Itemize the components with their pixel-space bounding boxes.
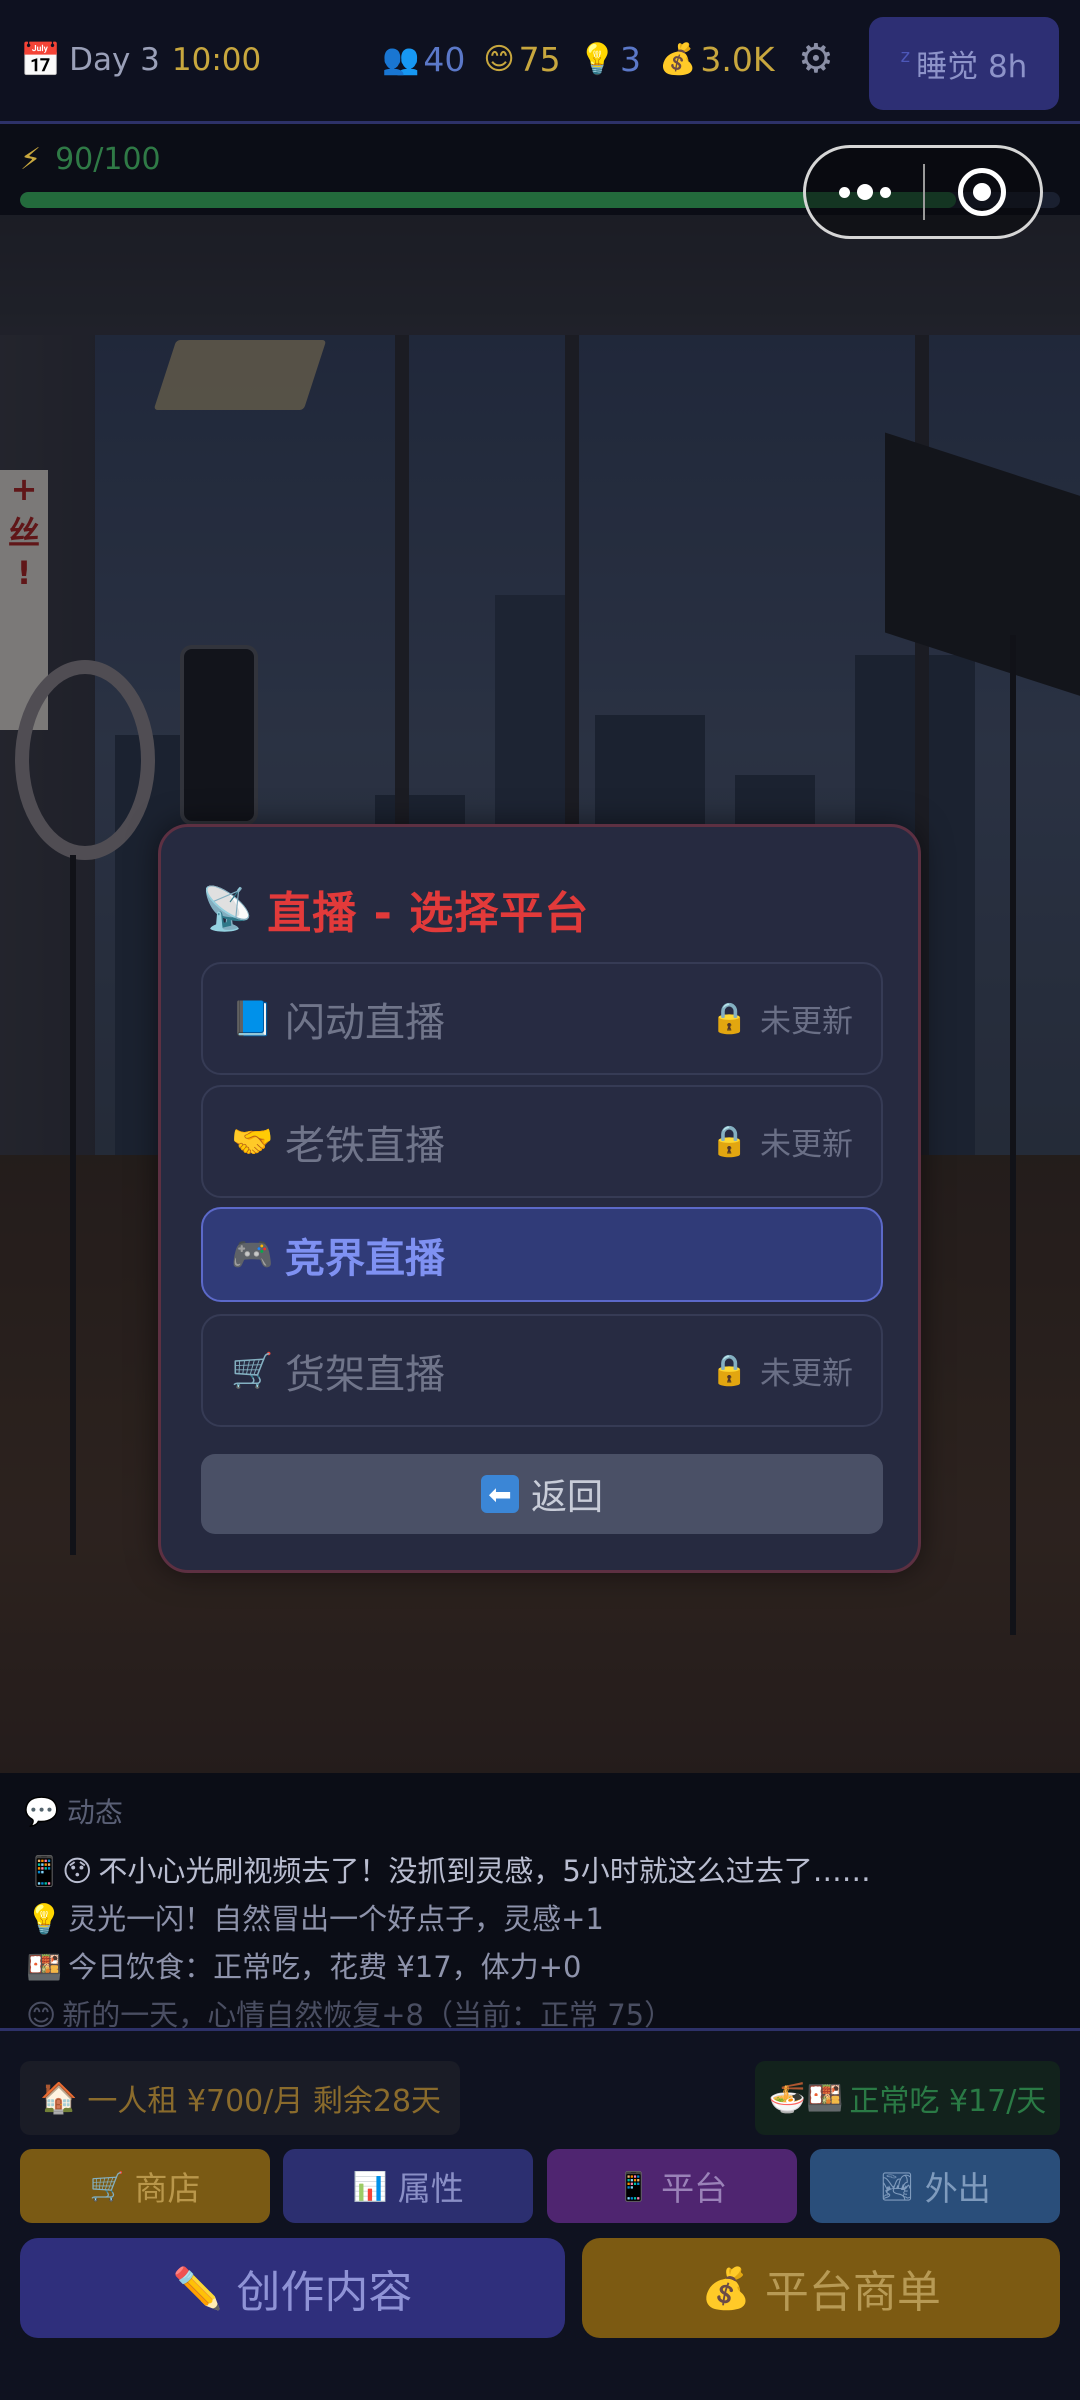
create-content-button[interactable]: ✏️ 创作内容: [20, 2238, 565, 2338]
platform-orders-button[interactable]: 💰 平台商单: [582, 2238, 1060, 2338]
sleep-button[interactable]: z 睡觉 8h: [869, 17, 1059, 110]
smile-icon: 😊: [26, 1998, 57, 2028]
locked-status: 🔒 未更新: [710, 1001, 853, 1040]
energy-readout: ⚡ 90/100: [20, 142, 161, 177]
energy-value: 90/100: [55, 142, 161, 177]
back-button[interactable]: ⬅ 返回: [201, 1454, 883, 1534]
calendar-icon: 📅: [20, 40, 62, 79]
meal-status[interactable]: 🍜🍱 正常吃 ¥17/天: [755, 2061, 1060, 2135]
noodle-bento-icon: 🍜🍱: [768, 2080, 844, 2116]
money-value: 3.0K: [700, 40, 775, 79]
platform-name: 老铁直播: [285, 1122, 445, 1169]
money-bag-icon: 💰: [701, 2265, 751, 2312]
lightning-icon: ⚡: [20, 142, 42, 177]
shop-button[interactable]: 🛒 商店: [20, 2149, 270, 2223]
feed-item: 📱😯 不小心光刷视频去了！没抓到灵感，5小时就这么过去了……: [26, 1854, 871, 1888]
lock-icon: 🔒: [710, 1001, 748, 1036]
platform-name: 闪动直播: [285, 999, 445, 1046]
lightbulb-icon: 💡: [578, 42, 616, 77]
shopping-cart-icon: 🛒: [231, 1350, 274, 1391]
feed-item: 💡 灵光一闪！自然冒出一个好点子，灵感+1: [26, 1902, 604, 1936]
bento-icon: 🍱: [26, 1950, 63, 1984]
bottom-panel: 🏠 一人租 ¥700/月 剩余28天 🍜🍱 正常吃 ¥17/天 🛒 商店 📊 属…: [0, 2028, 1080, 2400]
house-icon: 🏠: [40, 2080, 78, 2116]
lock-icon: 🔒: [710, 1353, 748, 1388]
sleep-label: 睡觉 8h: [916, 49, 1028, 85]
satellite-dish-icon: 📡: [201, 884, 254, 933]
platform-name: 竞界直播: [285, 1235, 445, 1282]
locked-status: 🔒 未更新: [710, 1353, 853, 1392]
phone-surprised-icon: 📱😯: [26, 1854, 93, 1888]
game-controller-icon: 🎮: [231, 1234, 274, 1275]
sleep-z-icon: z: [900, 46, 911, 67]
platform-name: 货架直播: [285, 1351, 445, 1398]
gear-icon[interactable]: ⚙: [798, 36, 834, 82]
feed-item: 😊 新的一天，心情自然恢复+8（当前：正常 75）: [26, 1992, 673, 2028]
lightbulb-icon: 💡: [26, 1902, 63, 1936]
dialog-title-text: 直播 - 选择平台: [267, 888, 590, 939]
money-stat: 💰 3.0K: [659, 40, 774, 79]
mood-value: 75: [518, 40, 561, 79]
left-arrow-icon: ⬅: [480, 1475, 519, 1513]
dialog-title: 📡 直播 - 选择平台: [201, 877, 589, 941]
fans-icon: 👥: [382, 42, 420, 77]
activity-feed[interactable]: 💬 动态 📱😯 不小心光刷视频去了！没抓到灵感，5小时就这么过去了…… 💡 灵光一闪…: [0, 1773, 1080, 2028]
platform-option-shandong[interactable]: 📘 闪动直播 🔒 未更新: [201, 962, 883, 1075]
attributes-button[interactable]: 📊 属性: [283, 2149, 534, 2223]
platform-option-jingjie[interactable]: 🎮 竞界直播: [201, 1207, 883, 1302]
nav-buttons: 🛒 商店 📊 属性 📱 平台 🏞 外出: [20, 2149, 1060, 2223]
day-label: Day 3: [69, 42, 160, 78]
time-label: 10:00: [171, 42, 262, 78]
phone-icon: 📱: [616, 2169, 652, 2203]
handshake-icon: 🤝: [231, 1121, 274, 1162]
mood-stat: 😊 75: [483, 40, 560, 79]
day-time: 📅 Day 3 10:00: [20, 40, 261, 80]
speech-bubble-icon: 💬: [24, 1794, 59, 1828]
pencil-icon: ✏️: [172, 2265, 223, 2312]
close-miniprogram-icon[interactable]: [925, 168, 1040, 216]
more-icon[interactable]: [806, 184, 923, 200]
locked-status: 🔒 未更新: [710, 1124, 853, 1163]
money-bag-icon: 💰: [659, 42, 697, 77]
action-buttons: ✏️ 创作内容 💰 平台商单: [20, 2238, 1060, 2338]
fans-stat: 👥 40: [382, 40, 465, 79]
smile-icon: 😊: [483, 42, 515, 77]
outing-button[interactable]: 🏞 外出: [809, 2149, 1060, 2223]
cart-icon: 🛒: [89, 2169, 125, 2203]
platform-option-laotie[interactable]: 🤝 老铁直播 🔒 未更新: [201, 1085, 883, 1198]
platform-button[interactable]: 📱 平台: [546, 2149, 797, 2223]
platform-select-dialog: 📡 直播 - 选择平台 📘 闪动直播 🔒 未更新 🤝 老铁直播 🔒 未更新 🎮 …: [158, 824, 921, 1573]
top-status-bar: 📅 Day 3 10:00 👥 40 😊 75 💡 3 💰 3.0K ⚙ z 睡…: [0, 0, 1080, 124]
feed-item: 🍱 今日饮食：正常吃，花费 ¥17，体力+0: [26, 1950, 582, 1984]
inspiration-stat: 💡 3: [579, 40, 641, 79]
lock-icon: 🔒: [710, 1124, 748, 1159]
miniprogram-capsule: [803, 145, 1043, 239]
stats-group: 👥 40 😊 75 💡 3 💰 3.0K: [382, 40, 792, 79]
back-label: 返回: [530, 1477, 603, 1518]
platform-option-huojia[interactable]: 🛒 货架直播 🔒 未更新: [201, 1314, 883, 1427]
fans-value: 40: [423, 40, 466, 79]
feed-title: 💬 动态: [24, 1794, 123, 1830]
bar-chart-icon: 📊: [352, 2169, 388, 2203]
blue-book-icon: 📘: [231, 998, 274, 1039]
inspiration-value: 3: [620, 40, 641, 79]
rent-status[interactable]: 🏠 一人租 ¥700/月 剩余28天: [20, 2061, 460, 2135]
landscape-icon: 🏞: [879, 2169, 915, 2203]
